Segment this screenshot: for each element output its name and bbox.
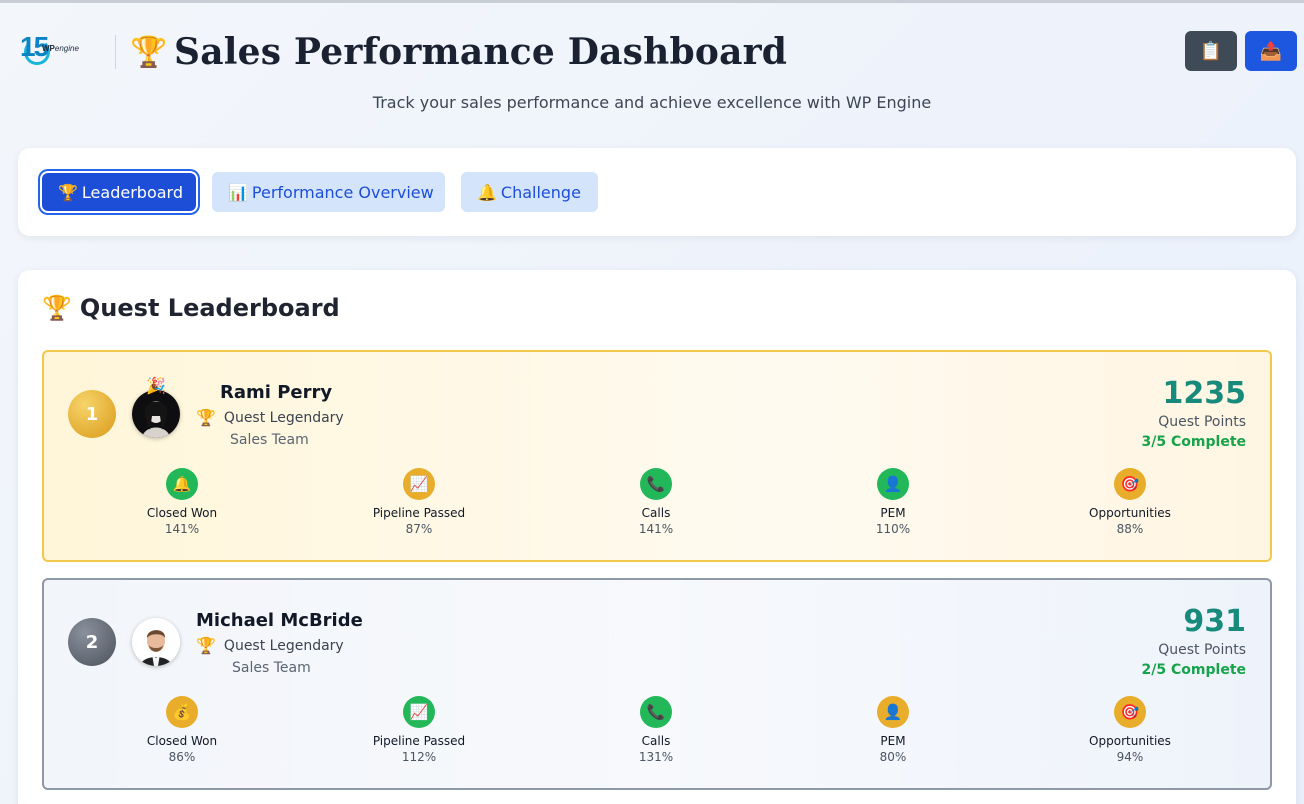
leaderboard-title: 🏆 Quest Leaderboard bbox=[42, 294, 340, 322]
metric-value: 94% bbox=[1116, 750, 1144, 764]
trophy-icon: 🏆 bbox=[196, 636, 216, 655]
avatar bbox=[132, 390, 180, 438]
metric-value: 112% bbox=[401, 750, 437, 764]
player-team: Sales Team bbox=[232, 660, 311, 676]
metric-label: Opportunities bbox=[1089, 734, 1171, 748]
metric-label: Pipeline Passed bbox=[372, 506, 466, 520]
metric-closed-won: 💰 Closed Won 86% bbox=[102, 696, 262, 764]
quest-points: 931 bbox=[1183, 604, 1246, 639]
export-button[interactable]: 📤 bbox=[1245, 31, 1297, 71]
quest-points-label: Quest Points bbox=[1158, 414, 1246, 430]
bell-icon: 🔔 bbox=[477, 182, 497, 202]
page-title: Sales Performance Dashboard bbox=[174, 31, 788, 73]
bar-chart-icon: 📊 bbox=[228, 182, 248, 202]
tab-challenge[interactable]: 🔔 Challenge bbox=[461, 172, 598, 212]
points-block: 1235 Quest Points 3/5 Complete bbox=[1142, 376, 1246, 450]
trophy-icon: 🏆 bbox=[42, 294, 72, 322]
player-title-text: Quest Legendary bbox=[223, 409, 344, 426]
metric-value: 80% bbox=[879, 750, 907, 764]
metric-calls: 📞 Calls 141% bbox=[576, 468, 736, 536]
quest-points-label: Quest Points bbox=[1158, 642, 1246, 658]
person-icon: 👤 bbox=[877, 696, 909, 728]
leaderboard-panel: 🏆 Quest Leaderboard 1 🎉 Rami Perry 🏆 Que… bbox=[18, 270, 1296, 804]
metric-value: 87% bbox=[405, 522, 433, 536]
trophy-icon: 🏆 bbox=[196, 408, 216, 427]
metric-label: Opportunities bbox=[1089, 506, 1171, 520]
avatar bbox=[132, 618, 180, 666]
tab-leaderboard[interactable]: 🏆 Leaderboard bbox=[42, 173, 196, 211]
player-name: Rami Perry bbox=[220, 382, 333, 403]
leaderboard-entry[interactable]: 1 🎉 Rami Perry 🏆 Quest Legendary Sales T… bbox=[42, 350, 1272, 562]
metric-calls: 📞 Calls 131% bbox=[576, 696, 736, 764]
completion-status: 2/5 Complete bbox=[1141, 662, 1246, 678]
clipboard-button[interactable]: 📋 bbox=[1185, 31, 1237, 71]
tab-performance-overview[interactable]: 📊 Performance Overview bbox=[212, 172, 445, 212]
person-icon: 👤 bbox=[877, 468, 909, 500]
metric-pipeline-passed: 📈 Pipeline Passed 112% bbox=[339, 696, 499, 764]
tab-label: Leaderboard bbox=[81, 182, 183, 202]
metric-pipeline-passed: 📈 Pipeline Passed 87% bbox=[339, 468, 499, 536]
trend-chart-icon: 📈 bbox=[403, 468, 435, 500]
player-title: 🏆 Quest Legendary bbox=[196, 636, 344, 655]
points-block: 931 Quest Points 2/5 Complete bbox=[1142, 604, 1246, 678]
metric-pem: 👤 PEM 80% bbox=[813, 696, 973, 764]
page-subtitle: Track your sales performance and achieve… bbox=[372, 93, 932, 112]
logo-brand: WPengine bbox=[42, 44, 79, 53]
wp-engine-logo[interactable]: 15 WPengine bbox=[20, 31, 84, 71]
logo-brand-suffix: engine bbox=[54, 44, 79, 53]
metric-opportunities: 🎯 Opportunities 88% bbox=[1050, 468, 1210, 536]
player-name: Michael McBride bbox=[196, 610, 363, 631]
metric-value: 141% bbox=[164, 522, 200, 536]
bell-icon: 🔔 bbox=[166, 468, 198, 500]
header-divider bbox=[115, 35, 116, 69]
leaderboard-entry[interactable]: 2 Michael McBride 🏆 Quest Legendary Sale… bbox=[42, 578, 1272, 790]
money-bag-icon: 💰 bbox=[166, 696, 198, 728]
metric-value: 88% bbox=[1116, 522, 1144, 536]
tab-label: Challenge bbox=[500, 182, 581, 202]
rank-badge: 1 bbox=[68, 390, 116, 438]
trend-chart-icon: 📈 bbox=[403, 696, 435, 728]
logo-brand-wp: WP bbox=[42, 44, 55, 53]
player-title-text: Quest Legendary bbox=[223, 637, 344, 654]
metric-label: Calls bbox=[641, 506, 671, 520]
trophy-icon: 🏆 bbox=[130, 36, 168, 69]
clipboard-icon: 📋 bbox=[1199, 40, 1223, 61]
tab-label: Performance Overview bbox=[251, 182, 434, 202]
metric-opportunities: 🎯 Opportunities 94% bbox=[1050, 696, 1210, 764]
metric-label: PEM bbox=[880, 734, 906, 748]
metric-value: 141% bbox=[638, 522, 674, 536]
player-title: 🏆 Quest Legendary bbox=[196, 408, 344, 427]
inbox-upload-icon: 📤 bbox=[1259, 40, 1283, 61]
completion-status: 3/5 Complete bbox=[1141, 434, 1246, 450]
metric-value: 110% bbox=[875, 522, 911, 536]
tab-bar: 🏆 Leaderboard 📊 Performance Overview 🔔 C… bbox=[18, 148, 1296, 236]
quest-points: 1235 bbox=[1162, 376, 1247, 411]
player-team: Sales Team bbox=[230, 432, 309, 448]
metric-label: Closed Won bbox=[146, 506, 218, 520]
metric-label: Calls bbox=[641, 734, 671, 748]
phone-icon: 📞 bbox=[640, 468, 672, 500]
metric-value: 86% bbox=[168, 750, 196, 764]
metric-label: Closed Won bbox=[146, 734, 218, 748]
metric-label: PEM bbox=[880, 506, 906, 520]
metric-closed-won: 🔔 Closed Won 141% bbox=[102, 468, 262, 536]
avatar-image bbox=[132, 618, 180, 666]
target-icon: 🎯 bbox=[1114, 468, 1146, 500]
party-hat-icon: 🎉 bbox=[146, 378, 166, 395]
page-header: 15 WPengine 🏆 Sales Performance Dashboar… bbox=[0, 3, 1304, 143]
rank-badge: 2 bbox=[68, 618, 116, 666]
metric-label: Pipeline Passed bbox=[372, 734, 466, 748]
leaderboard-title-text: Quest Leaderboard bbox=[79, 294, 340, 322]
target-icon: 🎯 bbox=[1114, 696, 1146, 728]
avatar-image bbox=[132, 390, 180, 438]
trophy-icon: 🏆 bbox=[58, 182, 78, 202]
phone-icon: 📞 bbox=[640, 696, 672, 728]
metric-pem: 👤 PEM 110% bbox=[813, 468, 973, 536]
metric-value: 131% bbox=[638, 750, 674, 764]
